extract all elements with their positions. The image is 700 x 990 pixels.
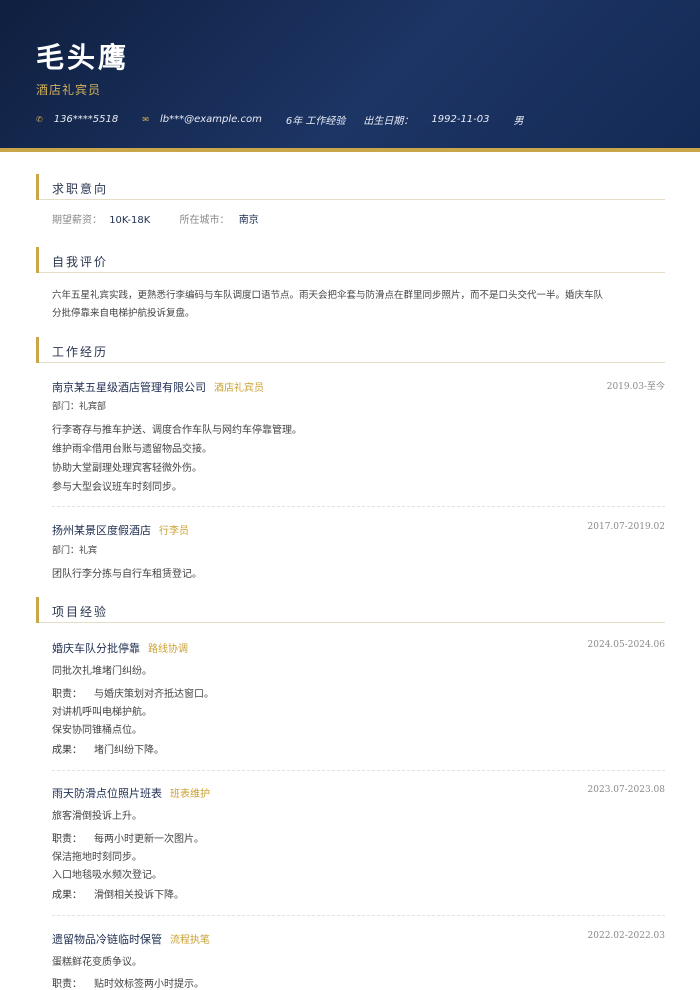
result-text: 堵门纠纷下降。: [94, 745, 164, 756]
phone-number: 136****5518: [53, 114, 119, 125]
duty-label: 职责：: [52, 979, 82, 990]
work-duty-line: 协助大堂副理处理宾客轻微外伤。: [52, 463, 202, 474]
mail-icon: ✉: [142, 115, 149, 124]
duty-label: 职责：: [52, 689, 82, 700]
salary-value: 10K-18K: [109, 215, 151, 226]
department: 部门：礼宾: [52, 546, 98, 556]
result-text: 滑倒相关投诉下降。: [94, 890, 184, 901]
section-title: 求职意向: [52, 182, 109, 196]
city-value: 南京: [238, 215, 259, 226]
project-result: 成果： 滑倒相关投诉下降。: [52, 886, 184, 901]
city-label: 所在城市：: [179, 215, 230, 226]
section-marker: [36, 337, 39, 363]
project-name: 婚庆车队分批停靠: [52, 642, 140, 655]
work-duty-line: 维护雨伞借用台账与遗留物品交接。: [52, 444, 212, 455]
section-title: 工作经历: [52, 345, 109, 359]
section-marker: [36, 597, 39, 623]
section-heading: 自我评价: [36, 247, 665, 273]
result-label: 成果：: [52, 890, 82, 901]
salary-label: 期望薪资：: [52, 215, 102, 226]
duty-text: 每两小时更新一次图片。: [94, 834, 204, 845]
company-name: 扬州某景区度假酒店: [52, 524, 151, 537]
entry-divider: [52, 915, 665, 916]
project-title: 雨天防滑点位照片班表 班表维护: [52, 785, 210, 801]
project-date: 2023.07-2023.08: [587, 785, 665, 795]
work-entry-title: 扬州某景区度假酒店 行李员: [52, 522, 189, 538]
section-projects: 项目经验 婚庆车队分批停靠 路线协调 2024.05-2024.06 同批次扎堆堵…: [36, 597, 665, 990]
gender: 男: [513, 116, 524, 127]
project-duty: 职责： 贴时效标签两小时提示。: [52, 975, 204, 990]
entry-divider: [52, 506, 665, 507]
duty-label: 职责：: [52, 834, 82, 845]
section-title: 自我评价: [52, 255, 109, 269]
summary-line-2: 分批停靠来自电梯护航投诉复盘。: [52, 308, 195, 319]
project-role-tag: 路线协调: [148, 644, 188, 655]
header-accent-bar: [0, 148, 700, 152]
project-title: 遗留物品冷链临时保管 流程执笔: [52, 931, 210, 947]
section-heading: 项目经验: [36, 597, 665, 623]
project-intro: 同批次扎堆堵门纠纷。: [52, 666, 152, 677]
project-duty: 职责： 每两小时更新一次图片。: [52, 830, 204, 845]
project-detail: 保洁拖地时刻同步。: [52, 852, 142, 863]
project-name: 雨天防滑点位照片班表: [52, 787, 162, 800]
position-tag: 酒店礼宾员: [214, 383, 264, 394]
project-role-tag: 班表维护: [170, 789, 210, 800]
section-heading: 求职意向: [36, 174, 665, 200]
department: 部门：礼宾部: [52, 402, 107, 412]
work-date: 2017.07-2019.02: [587, 522, 665, 532]
project-title: 婚庆车队分批停靠 路线协调: [52, 640, 188, 656]
project-detail: 保安协同锥桶点位。: [52, 725, 142, 736]
experience-years: 6年 工作经验: [285, 116, 346, 127]
section-marker: [36, 247, 39, 273]
birth-date: 1992-11-03: [431, 114, 490, 125]
work-duty-line: 团队行李分拣与自行车租赁登记。: [52, 569, 202, 580]
duty-text: 与婚庆策划对齐抵达窗口。: [94, 689, 214, 700]
work-duty-line: 行李寄存与推车护送、调度合作车队与网约车停靠管理。: [52, 425, 302, 436]
project-name: 遗留物品冷链临时保管: [52, 933, 162, 946]
project-duty: 职责： 与婚庆策划对齐抵达窗口。: [52, 685, 214, 700]
section-job-intent: 求职意向 期望薪资： 10K-18K 所在城市： 南京: [36, 174, 665, 226]
candidate-name: 毛头鹰: [36, 41, 130, 74]
section-heading: 工作经历: [36, 337, 665, 363]
project-date: 2024.05-2024.06: [587, 640, 665, 650]
position-tag: 行李员: [159, 526, 189, 537]
section-title: 项目经验: [52, 605, 109, 619]
job-title: 酒店礼宾员: [36, 83, 102, 97]
intent-row: 期望薪资： 10K-18K 所在城市： 南京: [52, 212, 259, 230]
project-detail: 入口地毯吸水频次登记。: [52, 870, 162, 881]
company-name: 南京某五星级酒店管理有限公司: [52, 381, 206, 394]
work-date: 2019.03-至今: [606, 382, 665, 392]
project-detail: 对讲机呼叫电梯护航。: [52, 707, 152, 718]
work-duty-line: 参与大型会议班车时刻同步。: [52, 482, 182, 493]
result-label: 成果：: [52, 745, 82, 756]
project-result: 成果： 堵门纠纷下降。: [52, 741, 164, 756]
section-work-experience: 工作经历 南京某五星级酒店管理有限公司 酒店礼宾员 2019.03-至今 部门：礼…: [36, 337, 665, 580]
section-marker: [36, 174, 39, 200]
project-intro: 蛋糕鲜花变质争议。: [52, 957, 142, 968]
work-entry-title: 南京某五星级酒店管理有限公司 酒店礼宾员: [52, 379, 264, 395]
summary-line-1: 六年五星礼宾实践，更熟悉行李编码与车队调度口语节点。雨天会把伞套与防滑点在群里同…: [52, 290, 604, 301]
section-self-evaluation: 自我评价 六年五星礼宾实践，更熟悉行李编码与车队调度口语节点。雨天会把伞套与防滑…: [36, 247, 665, 319]
project-intro: 旅客滑倒投诉上升。: [52, 811, 142, 822]
duty-text: 贴时效标签两小时提示。: [94, 979, 204, 990]
email-address: lb***@example.com: [159, 114, 262, 125]
resume-header: 毛头鹰 酒店礼宾员 ✆ 136****5518 ✉ lb***@example.…: [0, 0, 700, 148]
entry-divider: [52, 770, 665, 771]
phone-icon: ✆: [36, 115, 43, 124]
birth-label: 出生日期：: [363, 116, 414, 127]
contact-info-row: ✆ 136****5518 ✉ lb***@example.com 6年 工作经…: [36, 112, 542, 127]
project-role-tag: 流程执笔: [170, 935, 210, 946]
project-date: 2022.02-2022.03: [587, 931, 665, 941]
